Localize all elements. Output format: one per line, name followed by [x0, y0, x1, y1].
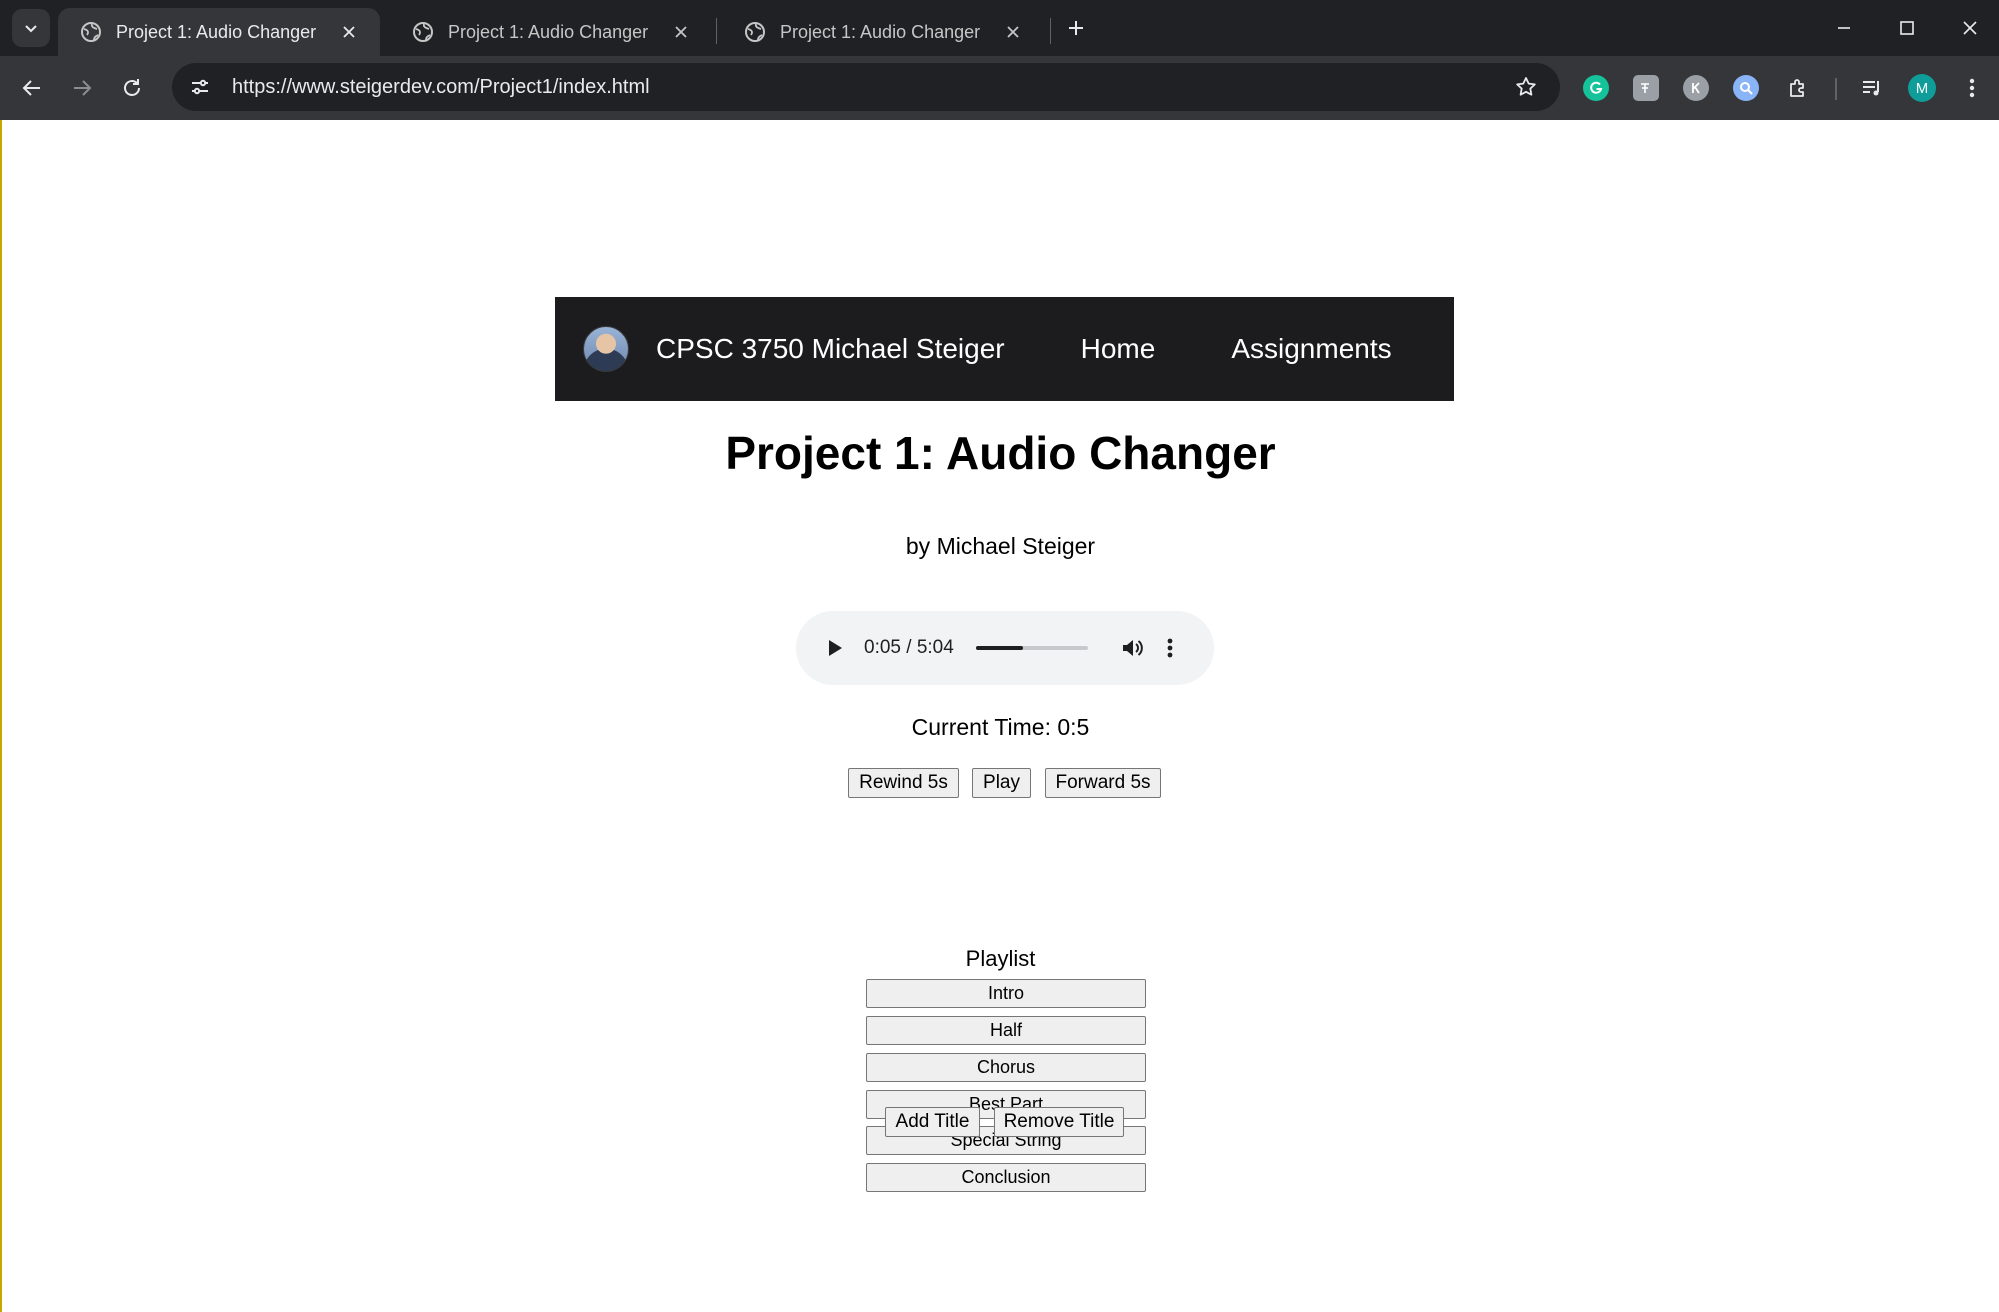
- tab-close-button[interactable]: [1000, 19, 1026, 45]
- nav-link-home[interactable]: Home: [1081, 333, 1156, 365]
- window-close-button[interactable]: [1952, 10, 1988, 46]
- tab-search-button[interactable]: [12, 9, 50, 47]
- minimize-button[interactable]: [1826, 10, 1862, 46]
- site-navbar: CPSC 3750 Michael Steiger Home Assignmen…: [555, 297, 1454, 401]
- site-info-button[interactable]: [180, 67, 220, 107]
- reload-icon: [124, 79, 140, 96]
- kebab-menu-icon: [1969, 78, 1975, 98]
- byline: by Michael Steiger: [905, 533, 1096, 559]
- tab-close-button[interactable]: [336, 19, 362, 45]
- tab-title: Project 1: Audio Changer: [448, 21, 649, 42]
- browser-tab-3[interactable]: Project 1: Audio Changer: [722, 8, 1044, 56]
- web-page: CPSC 3750 Michael Steiger Home Assignmen…: [0, 120, 1999, 1312]
- profile-avatar: M: [1908, 74, 1936, 102]
- browser-titlebar: Project 1: Audio Changer Project 1: Audi…: [0, 0, 1999, 56]
- close-icon: [1963, 21, 1977, 35]
- plus-icon: [1069, 21, 1083, 35]
- search-extension[interactable]: [1730, 72, 1762, 104]
- playlist-item-conclusion[interactable]: Conclusion: [866, 1163, 1146, 1192]
- arrow-left-icon: [22, 80, 40, 96]
- puzzle-extensions-icon: [1790, 79, 1804, 97]
- globe-icon: [745, 22, 765, 42]
- maximize-icon: [1900, 21, 1914, 35]
- browser-toolbar: https://www.steigerdev.com/Project1/inde…: [0, 56, 1999, 120]
- browser-tab-1[interactable]: Project 1: Audio Changer: [58, 8, 380, 56]
- audio-more-options-button[interactable]: [1160, 631, 1180, 665]
- audio-time-display: 0:05 / 5:04: [864, 637, 954, 658]
- grammarly-extension[interactable]: [1580, 72, 1612, 104]
- search-extension-icon: [1733, 75, 1759, 101]
- remove-title-button[interactable]: Remove Title: [994, 1107, 1124, 1137]
- g-letter-icon: [1590, 81, 1603, 94]
- current-time-text: Current Time: 0:5: [911, 714, 1090, 740]
- address-bar[interactable]: https://www.steigerdev.com/Project1/inde…: [172, 63, 1560, 111]
- tab-close-button[interactable]: [668, 19, 694, 45]
- add-title-button[interactable]: Add Title: [885, 1107, 980, 1137]
- magnifier-icon: [1740, 82, 1753, 95]
- site-brand[interactable]: CPSC 3750 Michael Steiger: [656, 333, 1005, 365]
- close-icon: [1007, 26, 1019, 38]
- playlist-label: Playlist: [965, 946, 1036, 971]
- media-control-button[interactable]: [1856, 72, 1888, 104]
- close-icon: [343, 26, 355, 38]
- globe-icon: [81, 22, 101, 42]
- k-extension[interactable]: [1680, 72, 1712, 104]
- nav-link-assignments[interactable]: Assignments: [1231, 333, 1391, 365]
- toolbar-separator: [1835, 78, 1837, 100]
- bookmark-button[interactable]: [1506, 67, 1546, 107]
- forward-button[interactable]: Forward 5s: [1045, 768, 1161, 798]
- audio-seek-progress: [975, 646, 1023, 650]
- tab-separator: [1050, 18, 1051, 44]
- rewind-button[interactable]: Rewind 5s: [848, 768, 959, 798]
- tune-icon: [192, 79, 208, 95]
- close-icon: [675, 26, 687, 38]
- tab-separator: [716, 18, 717, 44]
- play-icon: [829, 640, 842, 656]
- profile-button[interactable]: M: [1906, 72, 1938, 104]
- browser-menu-button[interactable]: [1956, 72, 1988, 104]
- k-extension-icon: [1683, 75, 1709, 101]
- tab-title: Project 1: Audio Changer: [116, 21, 317, 42]
- site-avatar[interactable]: [583, 326, 629, 372]
- reload-button[interactable]: [114, 70, 150, 106]
- k-letter-icon: [1692, 82, 1700, 94]
- media-control-icon: [1863, 81, 1879, 96]
- grammarly-icon: [1583, 75, 1609, 101]
- new-tab-button[interactable]: [1060, 12, 1092, 44]
- url-text[interactable]: https://www.steigerdev.com/Project1/inde…: [232, 76, 1506, 99]
- audio-player: 0:05 / 5:04: [796, 611, 1214, 685]
- profile-initial: M: [1915, 79, 1929, 97]
- star-icon: [1516, 77, 1536, 96]
- globe-icon: [413, 22, 433, 42]
- minimize-icon: [1838, 27, 1850, 29]
- translate-extension[interactable]: [1630, 72, 1662, 104]
- translate-extension-icon: [1633, 75, 1659, 101]
- playlist-item-half[interactable]: Half: [866, 1016, 1146, 1045]
- playlist-item-chorus[interactable]: Chorus: [866, 1053, 1146, 1082]
- glyph-icon: [1641, 83, 1649, 93]
- back-button[interactable]: [14, 70, 50, 106]
- chevron-down-icon: [25, 25, 37, 33]
- browser-tab-2[interactable]: Project 1: Audio Changer: [390, 8, 712, 56]
- audio-play-button[interactable]: [818, 631, 852, 665]
- audio-volume-button[interactable]: [1116, 631, 1150, 665]
- tab-title: Project 1: Audio Changer: [780, 21, 981, 42]
- extensions-button[interactable]: [1782, 72, 1814, 104]
- arrow-right-icon: [74, 80, 92, 96]
- page-title: Project 1: Audio Changer: [725, 427, 1276, 479]
- audio-seek-bar[interactable]: [975, 646, 1088, 650]
- play-button[interactable]: Play: [972, 768, 1031, 798]
- volume-icon: [1122, 640, 1143, 656]
- playlist-item-intro[interactable]: Intro: [866, 979, 1146, 1008]
- forward-button[interactable]: [64, 70, 100, 106]
- maximize-button[interactable]: [1889, 10, 1925, 46]
- kebab-menu-icon: [1167, 638, 1173, 658]
